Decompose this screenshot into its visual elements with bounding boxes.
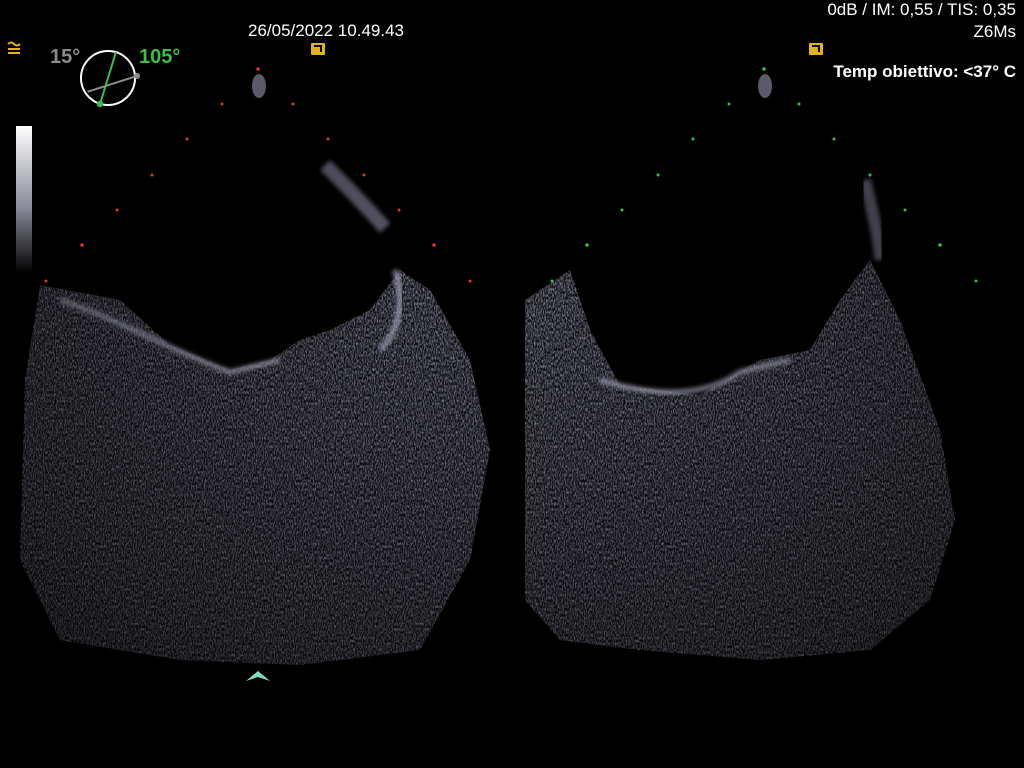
menu-lines-icon[interactable] [6,40,22,56]
vignette [0,0,1024,768]
right-apex-glyph [758,74,772,98]
acoustic-status: 0dB / IM: 0,55 / TIS: 0,35 [827,0,1016,19]
ultrasound-scene [0,0,1024,768]
exam-datetime: 26/05/2022 10.49.43 [248,21,404,40]
secondary-angle-label: 15° [50,46,81,68]
grayscale-bar [16,126,32,274]
target-temperature: Temp obiettivo: <37° C [833,62,1016,81]
probe-name: Z6Ms [973,22,1017,41]
left-apex-glyph [252,74,266,98]
probe-orientation-icon [809,43,823,55]
primary-angle-label: 105° [139,46,181,68]
plane-dial-icon[interactable] [78,48,140,108]
probe-orientation-icon [311,43,325,55]
